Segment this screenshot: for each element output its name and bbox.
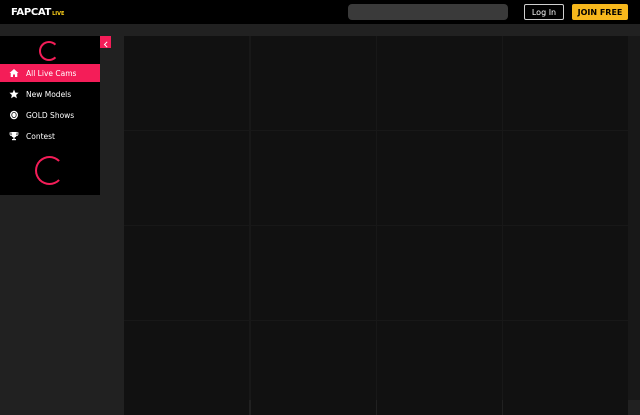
cam-tile-placeholder[interactable] — [124, 226, 249, 320]
cam-tile-placeholder[interactable] — [503, 36, 628, 130]
chevron-left-icon — [103, 33, 109, 52]
cam-tile-placeholder[interactable] — [377, 226, 502, 320]
logo-text: FAPCAT — [11, 7, 52, 18]
cam-tile-placeholder[interactable] — [124, 321, 249, 415]
star-icon — [9, 89, 19, 99]
cam-tile-placeholder[interactable] — [377, 36, 502, 130]
top-bar: FAPCAT LIVE Log In JOIN FREE — [0, 0, 640, 24]
cam-tile-placeholder[interactable] — [503, 131, 628, 225]
coin-icon — [9, 110, 19, 120]
sidebar: All Live Cams New Models GOLD Shows Cont… — [0, 36, 100, 195]
sidebar-item-label: GOLD Shows — [26, 110, 75, 120]
join-free-button[interactable]: JOIN FREE — [572, 4, 628, 20]
site-logo[interactable]: FAPCAT LIVE — [11, 5, 64, 19]
sidebar-item-all-live-cams[interactable]: All Live Cams — [0, 64, 100, 82]
cam-tile-placeholder[interactable] — [503, 226, 628, 320]
loading-spinner-icon — [39, 41, 59, 61]
sidebar-item-label: All Live Cams — [26, 68, 77, 78]
logo-live-badge: LIVE — [52, 11, 65, 17]
login-button[interactable]: Log In — [524, 4, 564, 20]
search-input[interactable] — [348, 4, 508, 20]
cam-tile-placeholder[interactable] — [251, 131, 376, 225]
sidebar-item-contest[interactable]: Contest — [0, 127, 100, 145]
sidebar-item-label: New Models — [26, 89, 72, 99]
cam-tile-placeholder[interactable] — [377, 131, 502, 225]
home-icon — [9, 68, 19, 78]
cam-tile-placeholder[interactable] — [124, 36, 249, 130]
sidebar-item-gold-shows[interactable]: GOLD Shows — [0, 106, 100, 124]
cam-tile-placeholder[interactable] — [503, 321, 628, 415]
sidebar-item-new-models[interactable]: New Models — [0, 85, 100, 103]
cam-grid — [124, 36, 640, 415]
trophy-icon — [9, 131, 19, 141]
sidebar-item-label: Contest — [26, 131, 55, 141]
sidebar-collapse-button[interactable] — [100, 36, 111, 48]
cam-tile-placeholder[interactable] — [251, 36, 376, 130]
cam-tile-placeholder[interactable] — [377, 321, 502, 415]
loading-spinner-icon — [35, 156, 64, 185]
cam-tile-placeholder[interactable] — [251, 226, 376, 320]
cam-tile-placeholder[interactable] — [124, 131, 249, 225]
cam-tile-placeholder[interactable] — [251, 321, 376, 415]
